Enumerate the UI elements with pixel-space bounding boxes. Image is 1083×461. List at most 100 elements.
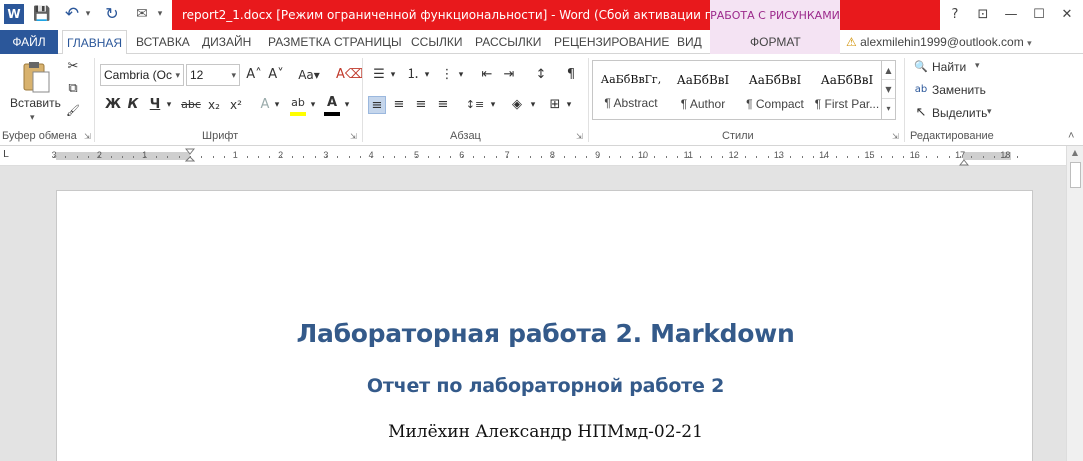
sort-icon[interactable]: ↕ <box>532 66 550 84</box>
multilevel-list-icon[interactable]: ⋮ <box>438 66 456 84</box>
tab-format[interactable]: ФОРМАТ <box>750 30 801 54</box>
bullets-dropdown-icon[interactable]: ▾ <box>388 66 398 84</box>
scroll-up-icon[interactable]: ▲ <box>1069 148 1081 158</box>
account-email[interactable]: alexmilehin1999@outlook.com <box>860 35 1024 49</box>
underline-icon[interactable]: Ч <box>146 96 164 114</box>
close-icon[interactable]: ✕ <box>1056 4 1078 26</box>
customize-toolbar-icon[interactable]: ▾ <box>154 4 166 24</box>
shading-dropdown-icon[interactable]: ▾ <box>528 96 538 114</box>
undo-dropdown-icon[interactable]: ▾ <box>82 4 94 24</box>
indent-markers[interactable] <box>184 148 196 164</box>
line-spacing-dropdown-icon[interactable]: ▾ <box>488 96 498 114</box>
vertical-scrollbar[interactable]: ▲ <box>1066 146 1083 461</box>
align-left-icon[interactable]: ≡ <box>368 96 386 114</box>
style-compact[interactable]: АаБбВвI ¶ Compact <box>739 65 811 115</box>
grow-font-icon[interactable]: A˄ <box>244 66 264 84</box>
change-case-icon[interactable]: Aa▾ <box>294 66 324 84</box>
find-button[interactable]: Найти <box>932 60 966 74</box>
borders-dropdown-icon[interactable]: ▾ <box>564 96 574 114</box>
tab-references[interactable]: ССЫЛКИ <box>411 30 462 54</box>
paragraph-launcher-icon[interactable]: ⇲ <box>576 132 583 141</box>
paste-icon[interactable] <box>18 60 52 96</box>
tab-file[interactable]: ФАЙЛ <box>0 30 58 54</box>
ribbon-display-options-icon[interactable]: ⊡ <box>972 4 994 26</box>
align-right-icon[interactable]: ≡ <box>412 96 430 114</box>
account-area[interactable]: ⚠ alexmilehin1999@outlook.com ▾ <box>846 30 1032 54</box>
underline-dropdown-icon[interactable]: ▾ <box>164 96 174 114</box>
text-effects-dropdown-icon[interactable]: ▾ <box>272 96 282 114</box>
tab-review[interactable]: РЕЦЕНЗИРОВАНИЕ <box>554 30 669 54</box>
numbering-icon[interactable]: ⒈ <box>404 66 422 84</box>
save-icon[interactable]: 💾 <box>32 4 52 24</box>
font-color-dropdown-icon[interactable]: ▾ <box>342 96 352 114</box>
scroll-thumb[interactable] <box>1070 162 1081 188</box>
document-subtitle[interactable]: Отчет по лабораторной работе 2 <box>57 375 1034 397</box>
document-title[interactable]: Лабораторная работа 2. Markdown <box>57 319 1034 348</box>
font-size-select[interactable]: 12 ▾ <box>186 64 240 86</box>
style-author[interactable]: АаБбВвI ¶ Author <box>667 65 739 115</box>
styles-launcher-icon[interactable]: ⇲ <box>892 132 899 141</box>
replace-icon[interactable]: ab <box>912 81 930 99</box>
tab-home[interactable]: ГЛАВНАЯ <box>62 30 128 55</box>
show-marks-icon[interactable]: ¶ <box>562 66 580 84</box>
numbering-dropdown-icon[interactable]: ▾ <box>422 66 432 84</box>
clear-formatting-icon[interactable]: A⌫ <box>336 66 363 84</box>
tab-insert[interactable]: ВСТАВКА <box>136 30 190 54</box>
replace-button[interactable]: Заменить <box>932 83 986 97</box>
minimize-icon[interactable]: — <box>1000 4 1022 26</box>
word-app-icon[interactable]: W <box>4 4 24 24</box>
select-icon[interactable]: ↖ <box>912 104 930 122</box>
tab-view[interactable]: ВИД <box>677 30 702 54</box>
justify-icon[interactable]: ≡ <box>434 96 452 114</box>
bold-icon[interactable]: Ж <box>104 96 122 114</box>
align-center-icon[interactable]: ≡ <box>390 96 408 114</box>
strikethrough-icon[interactable]: abc <box>180 96 202 114</box>
paste-button[interactable]: Вставить <box>10 96 61 110</box>
font-color-icon[interactable]: A <box>322 94 342 116</box>
gallery-down-icon[interactable]: ▼ <box>882 80 895 99</box>
decrease-indent-icon[interactable]: ⇤ <box>478 66 496 84</box>
copy-icon[interactable]: ⧉ <box>64 80 82 98</box>
find-dropdown-icon[interactable]: ▾ <box>975 60 980 71</box>
gallery-up-icon[interactable]: ▲ <box>882 61 895 80</box>
cut-icon[interactable]: ✂ <box>64 58 82 76</box>
tab-selector[interactable]: L <box>3 150 13 160</box>
italic-icon[interactable]: К <box>124 96 142 114</box>
multilevel-dropdown-icon[interactable]: ▾ <box>456 66 466 84</box>
style-abstract[interactable]: АаБбВвГг, ¶ Abstract <box>595 65 667 115</box>
superscript-icon[interactable]: x² <box>226 96 246 114</box>
format-painter-icon[interactable]: 🖌 <box>64 102 82 120</box>
collapse-ribbon-icon[interactable]: ˄ <box>1068 130 1074 142</box>
clipboard-launcher-icon[interactable]: ⇲ <box>84 132 91 141</box>
select-button[interactable]: Выделить <box>932 106 987 120</box>
shading-icon[interactable]: ◈ <box>508 96 526 114</box>
undo-icon[interactable]: ↶ <box>62 4 82 24</box>
gallery-more-icon[interactable]: ▾ <box>882 99 895 118</box>
font-family-select[interactable]: Cambria (Ос ▾ <box>100 64 184 86</box>
select-dropdown-icon[interactable]: ▾ <box>987 106 992 117</box>
paste-dropdown-icon[interactable]: ▾ <box>30 112 35 123</box>
subscript-icon[interactable]: x₂ <box>204 96 224 114</box>
horizontal-ruler[interactable]: L 3 2 1 1 2 3 4 5 6 7 8 9 10 11 12 13 14 15 16 17 18 <box>0 146 1066 166</box>
tab-design[interactable]: ДИЗАЙН <box>202 30 251 54</box>
highlight-icon[interactable]: ab <box>288 94 308 116</box>
tab-layout[interactable]: РАЗМЕТКА СТРАНИЦЫ <box>268 30 402 54</box>
shrink-font-icon[interactable]: A˅ <box>266 66 286 84</box>
find-icon[interactable]: 🔍 <box>912 58 930 76</box>
help-icon[interactable]: ? <box>944 4 966 26</box>
document-page[interactable]: Лабораторная работа 2. Markdown Отчет по… <box>56 190 1033 461</box>
account-dropdown-icon[interactable]: ▾ <box>1027 38 1032 48</box>
style-first-paragraph[interactable]: АаБбВвI ¶ First Par... <box>811 65 883 115</box>
restore-icon[interactable]: ☐ <box>1028 4 1050 26</box>
increase-indent-icon[interactable]: ⇥ <box>500 66 518 84</box>
bullets-icon[interactable]: ☰ <box>370 66 388 84</box>
quick-print-icon[interactable]: ✉ <box>132 4 152 24</box>
document-author[interactable]: Милёхин Александр НПМмд-02-21 <box>57 422 1034 442</box>
line-spacing-icon[interactable]: ↕≡ <box>464 96 486 114</box>
font-launcher-icon[interactable]: ⇲ <box>350 132 357 141</box>
redo-icon[interactable]: ↻ <box>102 4 122 24</box>
tab-mailings[interactable]: РАССЫЛКИ <box>475 30 541 54</box>
right-indent-marker[interactable] <box>958 154 970 166</box>
highlight-dropdown-icon[interactable]: ▾ <box>308 96 318 114</box>
borders-icon[interactable]: ⊞ <box>546 96 564 114</box>
